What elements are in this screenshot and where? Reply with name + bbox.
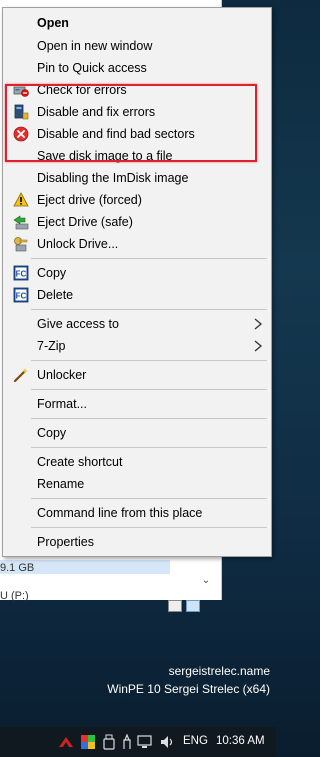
menu-item-command-line[interactable]: Command line from this place: [3, 502, 271, 524]
desktop-watermark-edition: WinPE 10 Sergei Strelec (x64): [107, 682, 270, 696]
menu-item-copy[interactable]: Copy: [3, 422, 271, 444]
menu-item-create-shortcut[interactable]: Create shortcut: [3, 451, 271, 473]
desktop-watermark-site: sergeistrelec.name: [168, 664, 270, 678]
menu-label: Copy: [37, 426, 67, 440]
menu-item-rename[interactable]: Rename: [3, 473, 271, 495]
svg-text:FC: FC: [16, 292, 27, 301]
menu-label: Disable and find bad sectors: [37, 127, 195, 141]
chevron-right-icon: [254, 340, 263, 352]
key-lock-icon: [14, 237, 28, 252]
menu-item-unlocker[interactable]: Unlocker: [3, 364, 271, 386]
menu-label: Create shortcut: [37, 455, 123, 469]
view-toggle: [168, 600, 200, 612]
drive-label-text[interactable]: U (P:): [0, 590, 29, 602]
menu-item-check-errors[interactable]: Check for errors: [3, 79, 271, 101]
menu-label: Open in new window: [37, 39, 153, 53]
menu-label: Pin to Quick access: [37, 61, 147, 75]
menu-label: Give access to: [37, 317, 119, 331]
details-view-icon[interactable]: [168, 600, 182, 612]
disk-tool-icon: [14, 104, 29, 120]
menu-item-open-new-window[interactable]: Open in new window: [3, 35, 271, 57]
menu-item-give-access[interactable]: Give access to: [3, 313, 271, 335]
chevron-right-icon: [254, 318, 263, 330]
menu-item-eject-safe[interactable]: Eject Drive (safe): [3, 211, 271, 233]
menu-separator: [31, 418, 267, 419]
network-icon[interactable]: [137, 734, 153, 750]
menu-label: Delete: [37, 288, 74, 302]
menu-label: Save disk image to a file: [37, 149, 173, 163]
menu-label: Eject drive (forced): [37, 193, 142, 207]
menu-item-save-disk-image[interactable]: Save disk image to a file: [3, 145, 271, 167]
menu-separator: [31, 447, 267, 448]
menu-item-unlock-drive[interactable]: Unlock Drive...: [3, 233, 271, 255]
far-commander-icon: FC: [13, 287, 29, 303]
svg-text:FC: FC: [16, 270, 27, 279]
menu-label: Disable and fix errors: [37, 105, 156, 119]
menu-separator: [31, 389, 267, 390]
tray-app-red-icon[interactable]: [58, 734, 74, 750]
tray-pen-icon[interactable]: [120, 734, 134, 750]
menu-item-disable-find-bad-sectors[interactable]: Disable and find bad sectors: [3, 123, 271, 145]
eject-drive-icon: [13, 215, 29, 230]
menu-separator: [31, 498, 267, 499]
menu-label: Open: [37, 16, 69, 30]
menu-label: Check for errors: [37, 83, 127, 97]
menu-separator: [31, 360, 267, 361]
menu-label: Command line from this place: [37, 506, 203, 520]
language-indicator[interactable]: ENG: [183, 735, 208, 747]
drive-size-text: 9.1 GB: [0, 562, 35, 574]
menu-label: Rename: [37, 477, 85, 491]
taskbar-clock[interactable]: 10:36 AM: [216, 735, 265, 747]
menu-item-format[interactable]: Format...: [3, 393, 271, 415]
menu-item-disabling-imdisk[interactable]: Disabling the ImDisk image: [3, 167, 271, 189]
volume-icon[interactable]: [159, 734, 175, 750]
menu-separator: [31, 527, 267, 528]
menu-label: Unlocker: [37, 368, 87, 382]
menu-separator: [31, 258, 267, 259]
menu-item-disable-fix-errors[interactable]: Disable and fix errors: [3, 101, 271, 123]
menu-item-properties[interactable]: Properties: [3, 531, 271, 553]
error-circle-icon: [13, 126, 29, 142]
menu-label: Disabling the ImDisk image: [37, 171, 189, 185]
menu-item-open[interactable]: Open: [3, 12, 271, 34]
menu-label: Unlock Drive...: [37, 237, 119, 251]
scroll-down-icon[interactable]: ⌄: [200, 575, 212, 595]
far-commander-icon: FC: [13, 265, 29, 281]
menu-item-eject-forced[interactable]: Eject drive (forced): [3, 189, 271, 211]
menu-label: Copy: [37, 266, 67, 280]
menu-item-pin-quick-access[interactable]: Pin to Quick access: [3, 57, 271, 79]
warning-icon: [13, 192, 29, 207]
menu-separator: [31, 309, 267, 310]
context-menu: Open Open in new window Pin to Quick acc…: [2, 7, 272, 557]
tray-color-app-icon[interactable]: [80, 734, 96, 750]
menu-label: Properties: [37, 535, 94, 549]
magic-wand-icon: [13, 368, 28, 383]
usb-drive-icon[interactable]: [102, 734, 116, 750]
menu-label: 7-Zip: [37, 339, 66, 353]
menu-item-delete-fc[interactable]: FC Delete: [3, 284, 271, 306]
menu-item-7zip[interactable]: 7-Zip: [3, 335, 271, 357]
taskbar: ENG 10:36 AM: [0, 727, 276, 757]
menu-item-copy-fc[interactable]: FC Copy: [3, 262, 271, 284]
check-disk-icon: [13, 86, 29, 97]
large-icons-view-icon[interactable]: [186, 600, 200, 612]
menu-label: Format...: [37, 397, 88, 411]
menu-label: Eject Drive (safe): [37, 215, 133, 229]
